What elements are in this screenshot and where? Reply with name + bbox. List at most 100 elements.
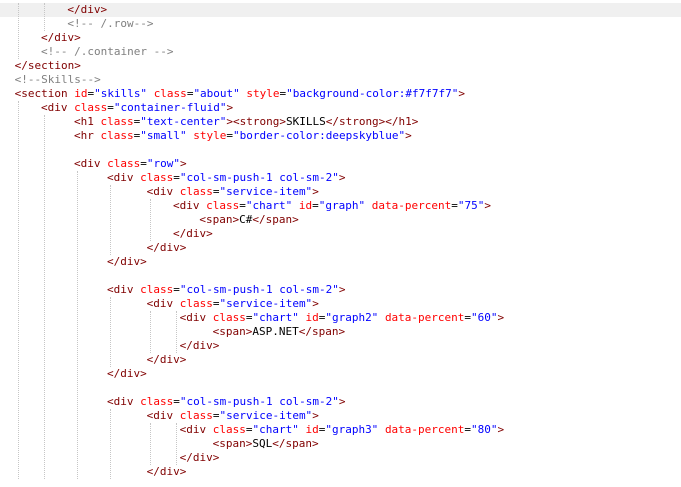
code-line[interactable]: </div> [173, 227, 213, 241]
code-line[interactable]: <div class="col-sm-push-1 col-sm-2"> [107, 395, 345, 409]
code-line[interactable]: <div class="col-sm-push-1 col-sm-2"> [107, 283, 345, 297]
code-line[interactable]: </section> [15, 59, 81, 73]
code-token: </div> [146, 353, 187, 366]
code-line[interactable]: </div> [147, 353, 187, 367]
code-line[interactable]: </div> [180, 451, 220, 465]
code-line[interactable]: </div> [107, 255, 147, 269]
code-line[interactable]: <div class="service-item"> [147, 185, 319, 199]
code-token: <span> [212, 325, 253, 338]
code-token: </div> [179, 451, 220, 464]
code-token: </span> [272, 437, 319, 450]
code-token: class [140, 283, 174, 296]
code-token: class [179, 409, 213, 422]
code-line[interactable]: <div class="row"> [74, 157, 187, 171]
code-line[interactable]: <!-- /.container --> [41, 45, 173, 59]
code-line[interactable]: </div> [147, 241, 187, 255]
code-token: "container-fluid" [113, 101, 227, 114]
indent-guide [150, 311, 151, 353]
code-editor[interactable]: </div> <!-- /.row--> </div> <!-- /.containe… [0, 0, 681, 487]
indent-guide [44, 3, 45, 31]
code-token: > [180, 157, 187, 170]
code-token: <div [41, 101, 75, 114]
code-line[interactable]: <h1 class="text-center"><strong>SKILLS</… [74, 115, 418, 129]
code-token: style [193, 129, 227, 142]
code-token: <hr [74, 129, 101, 142]
code-line[interactable]: <section id="skills" class="about" style… [15, 87, 465, 101]
code-token: </div> [107, 367, 147, 380]
code-token: class [100, 115, 134, 128]
code-line[interactable]: <div class="col-sm-push-1 col-sm-2"> [107, 171, 345, 185]
code-token: > [338, 283, 346, 296]
code-token: </div> [41, 31, 81, 44]
code-token: > [497, 423, 505, 436]
code-token: = [312, 199, 319, 212]
code-token: <span> [199, 213, 240, 226]
code-token: "col-sm-push-1 col-sm-2" [179, 395, 339, 408]
code-line[interactable]: <!--Skills--> [15, 73, 101, 87]
code-line[interactable]: </div> [147, 465, 187, 479]
code-line[interactable]: </div> [180, 339, 220, 353]
code-token: "about" [193, 87, 247, 100]
code-line[interactable]: <div class="chart" id="graph3" data-perc… [180, 423, 505, 437]
code-token: class [107, 157, 141, 170]
code-line[interactable]: <div class="service-item"> [147, 409, 319, 423]
code-line[interactable]: </div> [0, 3, 681, 17]
code-token: "background-color:#f7f7f7" [286, 87, 459, 100]
code-token: <h1 [74, 115, 101, 128]
code-token: "row" [146, 157, 180, 170]
code-token: "text-center" [140, 115, 227, 128]
code-token: <div [146, 409, 180, 422]
code-token: class [212, 311, 246, 324]
code-line[interactable]: <div class="chart" id="graph" data-perce… [173, 199, 491, 213]
indent-guide [150, 423, 151, 465]
code-token: "chart" [252, 423, 306, 436]
code-token: = [173, 283, 180, 296]
code-token: data-percent [384, 311, 465, 324]
code-token: > [458, 87, 465, 100]
code-line[interactable]: </div> [41, 31, 81, 45]
code-token: = [226, 129, 233, 142]
code-token: <div [179, 423, 213, 436]
code-token: C# [239, 213, 253, 226]
code-token: > [497, 311, 505, 324]
code-token: = [451, 199, 458, 212]
code-line[interactable]: <!-- /.row--> [67, 17, 153, 31]
code-token: </div> [179, 339, 220, 352]
code-token: "service-item" [219, 297, 313, 310]
code-token: <section [14, 87, 75, 100]
code-line[interactable]: </div> [107, 367, 147, 381]
code-token: style [246, 87, 280, 100]
code-token: <span> [212, 437, 253, 450]
indent-guide [110, 297, 111, 367]
code-line[interactable]: <span>ASP.NET</span> [213, 325, 345, 339]
indent-guide [176, 423, 177, 465]
code-token: <div [74, 157, 108, 170]
code-token: class [74, 101, 108, 114]
code-token: "col-sm-push-1 col-sm-2" [179, 171, 339, 184]
code-token: <div [146, 185, 180, 198]
code-token: <!-- /.container --> [41, 45, 174, 58]
indent-guide [176, 311, 177, 353]
code-line[interactable]: <div class="chart" id="graph2" data-perc… [180, 311, 505, 325]
code-line[interactable]: <span>SQL</span> [213, 437, 319, 451]
code-token: > [338, 395, 346, 408]
code-line[interactable]: <hr class="small" style="border-color:de… [74, 129, 412, 143]
code-token: = [173, 171, 180, 184]
code-token: "skills" [94, 87, 154, 100]
code-token: <!-- /.row--> [67, 17, 154, 30]
indent-guide [18, 101, 19, 479]
code-line[interactable]: <div class="container-fluid"> [41, 101, 233, 115]
code-token: > [312, 297, 319, 310]
code-token: class [140, 395, 174, 408]
code-token: "75" [457, 199, 485, 212]
code-line[interactable]: <div class="service-item"> [147, 297, 319, 311]
code-token: "col-sm-push-1 col-sm-2" [179, 283, 339, 296]
code-token: class [212, 423, 246, 436]
code-token: </div> [107, 255, 147, 268]
code-token: </span> [298, 325, 346, 338]
code-token: > [226, 101, 234, 114]
code-token: > [484, 199, 491, 212]
code-token: </div> [146, 241, 187, 254]
indent-guide [110, 185, 111, 255]
code-line[interactable]: <span>C#</span> [199, 213, 298, 227]
